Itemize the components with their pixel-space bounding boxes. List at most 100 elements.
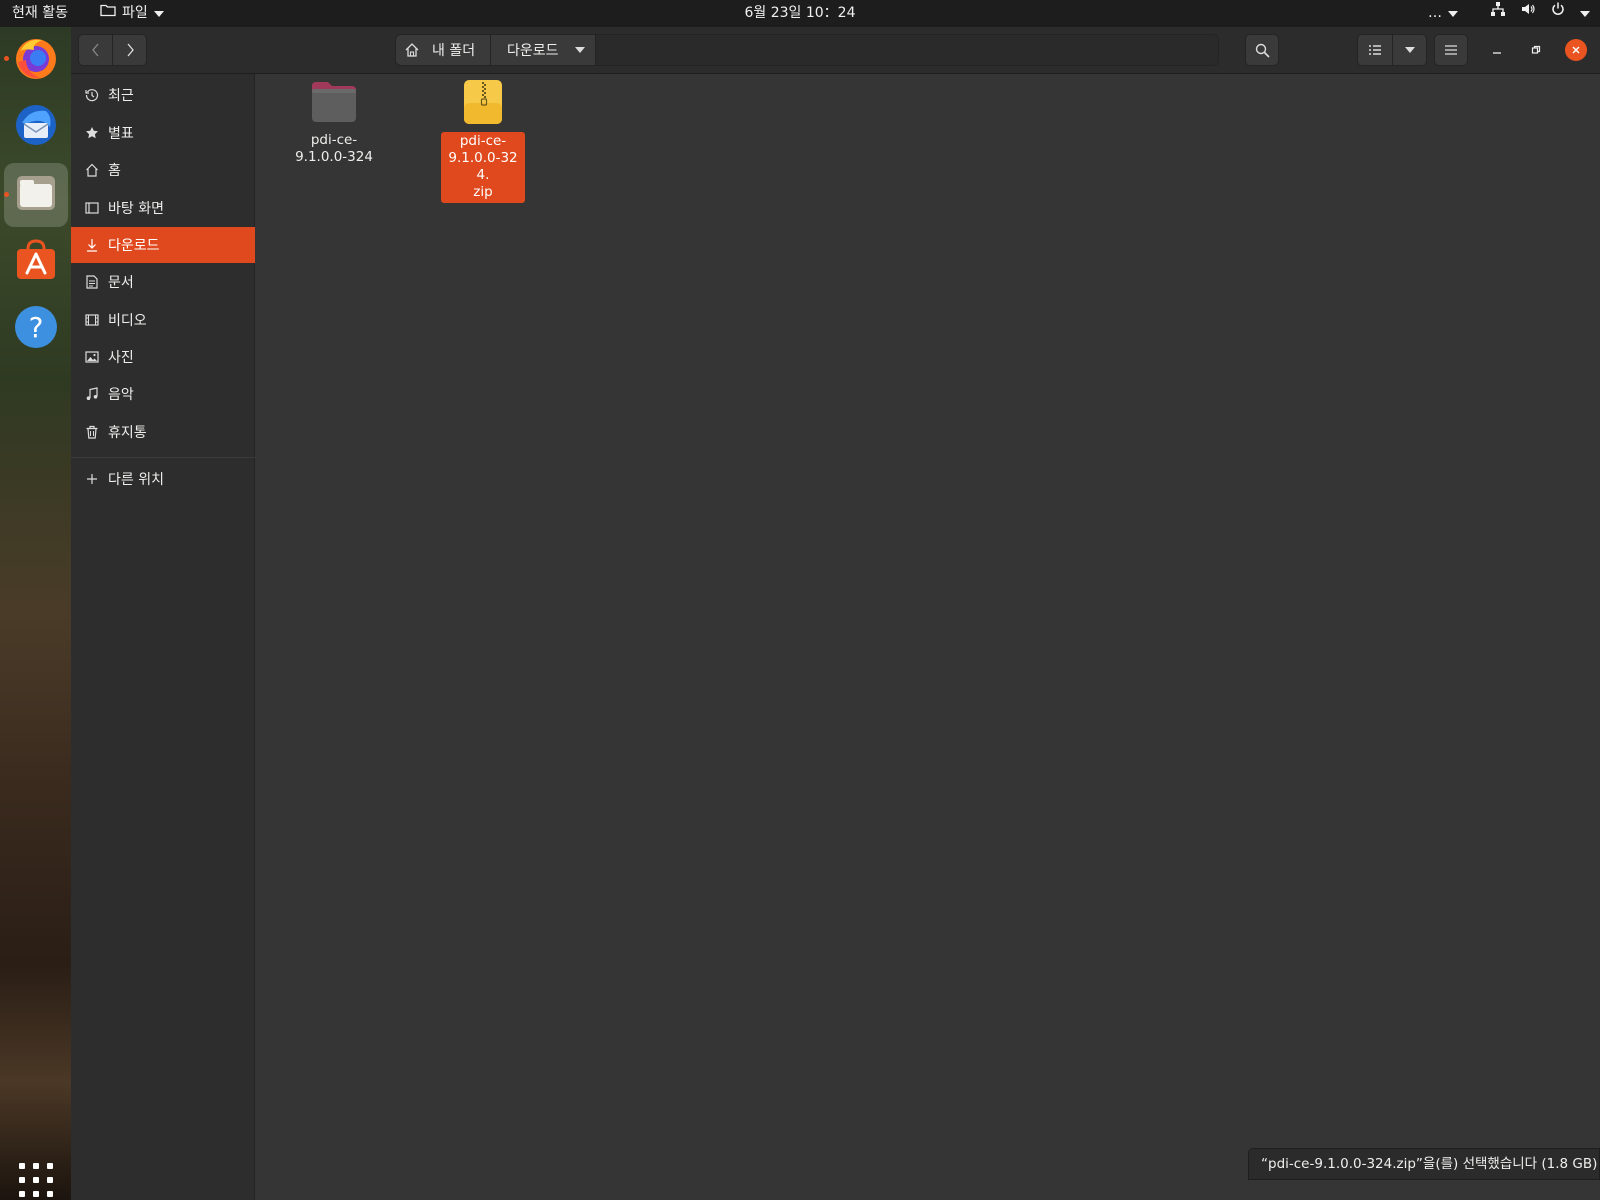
activities-button[interactable]: 현재 활동 (12, 0, 68, 27)
home-icon (405, 43, 419, 57)
recent-icon (85, 88, 99, 102)
view-options-button[interactable] (1392, 34, 1427, 66)
chevron-right-icon (127, 43, 134, 57)
picture-icon (85, 350, 99, 364)
breadcrumb-label: 다운로드 (507, 43, 559, 59)
list-view-icon (1369, 45, 1381, 55)
chevron-down-icon (153, 10, 164, 17)
download-icon (85, 238, 99, 252)
sidebar-item-label: 사진 (108, 350, 134, 366)
running-indicator (4, 192, 9, 197)
chevron-down-icon (1448, 10, 1458, 17)
sidebar-item-home[interactable]: 홈 (71, 152, 255, 188)
sidebar-item-other-locations[interactable]: 다른 위치 (71, 461, 255, 497)
trash-icon (85, 425, 99, 439)
sidebar-item-videos[interactable]: 비디오 (71, 302, 255, 338)
sidebar-item-starred[interactable]: 별표 (71, 115, 255, 151)
minimize-button[interactable] (1486, 39, 1508, 61)
sidebar-item-recent[interactable]: 최근 (71, 77, 255, 113)
files-window: 내 폴더 다운로드 최근 별표 홈 바탕 화면 다운로드 문서 비디오 사진 음… (71, 27, 1600, 1200)
home-icon (85, 163, 99, 177)
file-name-line: 9.1.0.0-324. (448, 150, 518, 183)
file-item-zip[interactable]: pdi-ce- 9.1.0.0-324. zip (441, 79, 525, 203)
path-bar: 내 폴더 다운로드 (395, 34, 1219, 66)
places-sidebar: 최근 별표 홈 바탕 화면 다운로드 문서 비디오 사진 음악 휴지통 다른 위… (71, 74, 255, 1200)
close-icon (1572, 46, 1580, 54)
power-icon (1550, 0, 1566, 27)
thunderbird-icon (12, 101, 60, 153)
header-bar: 내 폴더 다운로드 (71, 27, 1600, 74)
file-item-folder[interactable]: pdi-ce- 9.1.0.0-324 (292, 80, 376, 168)
hamburger-icon (1445, 45, 1457, 55)
breadcrumb-downloads[interactable]: 다운로드 (491, 35, 596, 65)
file-name-line: pdi-ce- (310, 132, 358, 148)
restore-icon (1531, 45, 1541, 54)
sidebar-item-documents[interactable]: 문서 (71, 264, 255, 300)
sidebar-item-label: 문서 (108, 275, 134, 291)
app-grid-icon[interactable] (19, 1163, 53, 1197)
file-name-line: zip (473, 184, 493, 200)
overflow-menu[interactable]: … (1428, 0, 1458, 27)
maximize-button[interactable] (1525, 39, 1547, 61)
video-icon (85, 313, 99, 327)
sidebar-item-label: 별표 (108, 126, 134, 142)
forward-button[interactable] (112, 34, 147, 66)
folder-icon (310, 80, 358, 128)
dock-thunderbird[interactable] (4, 95, 68, 159)
app-menu-button[interactable]: 파일 (100, 0, 164, 27)
document-icon (85, 275, 99, 289)
zip-archive-icon (463, 79, 503, 129)
sidebar-item-label: 휴지통 (108, 425, 147, 441)
dock-firefox[interactable] (4, 28, 68, 92)
desktop-icon (85, 201, 99, 215)
sidebar-item-label: 비디오 (108, 313, 147, 329)
search-icon (1255, 43, 1270, 58)
close-button[interactable] (1565, 39, 1587, 61)
chevron-down-icon (1580, 10, 1590, 17)
help-icon: ? (13, 304, 59, 354)
clock: 6월 23일 10：24 (0, 0, 1600, 27)
overflow-label: … (1428, 5, 1442, 21)
sidebar-item-pictures[interactable]: 사진 (71, 339, 255, 375)
sidebar-item-desktop[interactable]: 바탕 화면 (71, 190, 255, 226)
sidebar-item-label: 최근 (108, 88, 134, 104)
network-icon (1490, 0, 1506, 27)
minimize-icon (1493, 52, 1501, 54)
system-menu[interactable] (1490, 0, 1590, 27)
sidebar-item-trash[interactable]: 휴지통 (71, 414, 255, 450)
sidebar-item-downloads[interactable]: 다운로드 (71, 227, 255, 263)
breadcrumb-home[interactable]: 내 폴더 (396, 35, 491, 65)
main-menu-button[interactable] (1434, 34, 1468, 66)
app-menu-label: 파일 (122, 5, 148, 21)
sidebar-item-label: 바탕 화면 (108, 201, 164, 217)
file-name: pdi-ce- 9.1.0.0-324 (292, 131, 376, 168)
firefox-icon (12, 34, 60, 86)
dock-files[interactable] (4, 163, 68, 227)
files-icon (14, 171, 58, 219)
sidebar-item-label: 다운로드 (108, 238, 160, 254)
back-button[interactable] (78, 34, 113, 66)
dock: ? (0, 27, 71, 1200)
star-icon (85, 126, 99, 140)
sidebar-item-label: 다른 위치 (108, 472, 164, 488)
svg-text:?: ? (29, 311, 44, 344)
chevron-down-icon (574, 47, 585, 53)
folder-icon (100, 0, 116, 27)
music-icon (85, 387, 99, 401)
clock-label[interactable]: 6월 23일 10：24 (744, 5, 855, 21)
file-name-line: pdi-ce- (459, 133, 507, 149)
sidebar-item-music[interactable]: 음악 (71, 376, 255, 412)
search-button[interactable] (1245, 34, 1279, 66)
file-name-line: 9.1.0.0-324 (295, 149, 373, 165)
selection-status: “pdi-ce-9.1.0.0-324.zip”을(를) 선택했습니다 (1.8… (1248, 1148, 1600, 1180)
list-view-button[interactable] (1357, 34, 1393, 66)
sidebar-item-label: 음악 (108, 387, 134, 403)
sidebar-item-label: 홈 (108, 163, 121, 179)
dock-help[interactable]: ? (4, 297, 68, 361)
dock-software[interactable] (4, 230, 68, 294)
plus-icon (85, 472, 99, 486)
chevron-down-icon (1404, 47, 1415, 53)
file-view[interactable]: pdi-ce- 9.1.0.0-324 pdi-ce- 9.1.0.0-324.… (256, 74, 1600, 1200)
file-name: pdi-ce- 9.1.0.0-324. zip (441, 132, 525, 203)
chevron-left-icon (91, 43, 98, 57)
